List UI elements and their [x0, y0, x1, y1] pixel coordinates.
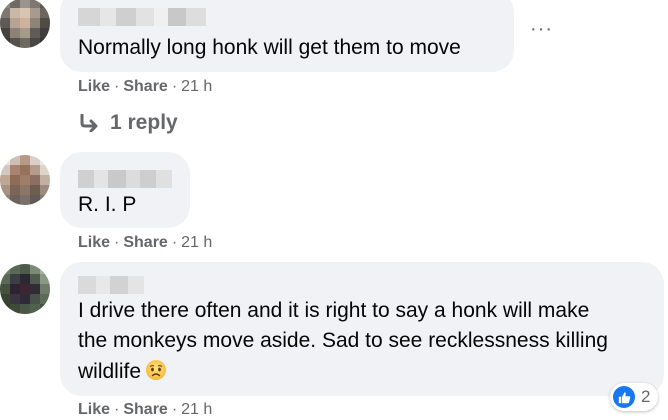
like-link[interactable]: Like [78, 234, 110, 251]
separator: · [171, 401, 178, 418]
comment-text-line-with-emoji: wildlife [78, 356, 167, 387]
comment-actions: Like · Share · 21 h [78, 78, 212, 96]
like-link[interactable]: Like [78, 401, 110, 418]
separator: · [114, 234, 120, 251]
share-link[interactable]: Share [123, 234, 167, 251]
share-link[interactable]: Share [123, 78, 167, 95]
comment-text: Normally long honk will get them to move [78, 36, 461, 59]
view-replies-link[interactable]: 1 reply [78, 111, 178, 135]
separator: · [114, 401, 120, 418]
comment-actions: Like · Share · 21 h [78, 401, 212, 419]
reaction-summary[interactable]: 2 [610, 383, 659, 411]
avatar[interactable] [0, 264, 50, 314]
comment-text: R. I. P [78, 193, 137, 216]
share-link[interactable]: Share [123, 401, 167, 418]
separator: · [114, 78, 120, 95]
thumbs-up-icon [613, 386, 635, 408]
separator: · [171, 234, 178, 251]
comment-thread: Normally long honk will get them to move… [0, 0, 668, 420]
comment-actions: Like · Share · 21 h [78, 234, 212, 252]
avatar[interactable] [0, 0, 50, 48]
timestamp[interactable]: 21 h [181, 401, 212, 418]
more-options-icon[interactable]: ··· [530, 19, 553, 39]
author-name-blurred[interactable] [78, 170, 172, 188]
sad-face-emoji-icon [146, 360, 167, 380]
reply-count-label: 1 reply [110, 111, 178, 134]
separator: · [171, 78, 178, 95]
author-name-blurred[interactable] [78, 8, 206, 26]
avatar[interactable] [0, 155, 50, 205]
like-link[interactable]: Like [78, 78, 110, 95]
reaction-count: 2 [641, 387, 651, 406]
comment-text-line: wildlife [78, 360, 142, 383]
comment-text-line: I drive there often and it is right to s… [78, 299, 590, 322]
timestamp[interactable]: 21 h [181, 234, 212, 251]
timestamp[interactable]: 21 h [181, 78, 212, 95]
comment-text-line: the monkeys move aside. Sad to see reckl… [78, 329, 608, 352]
reply-arrow-icon [80, 114, 98, 132]
author-name-blurred[interactable] [78, 276, 144, 294]
